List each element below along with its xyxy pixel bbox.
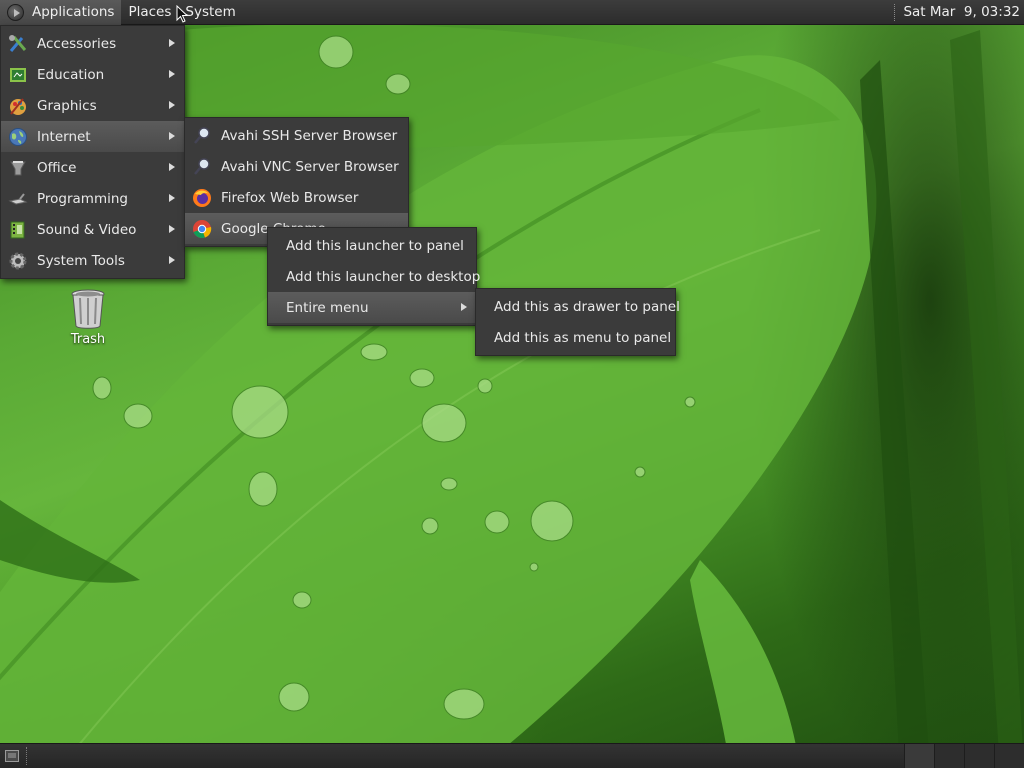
panel-handle[interactable] [26, 747, 32, 765]
submenu-arrow-icon [169, 101, 175, 109]
workspace-1[interactable] [904, 744, 934, 768]
places-menu-label: Places [128, 4, 172, 20]
menu-item-label: Add this launcher to panel [286, 237, 464, 254]
menu-item-add-as-drawer[interactable]: Add this as drawer to panel [476, 291, 680, 322]
avahi-ssh-icon [192, 126, 212, 146]
menu-item-label: Graphics [37, 97, 97, 114]
sound-video-icon [8, 220, 28, 240]
menu-item-label: Add this as drawer to panel [494, 298, 680, 315]
entire-menu-submenu: Add this as drawer to panel Add this as … [475, 288, 680, 356]
show-desktop-button[interactable] [0, 744, 24, 768]
clock-area: Sat Mar 9, 03:32 [894, 0, 1024, 25]
clock[interactable]: Sat Mar 9, 03:32 [903, 4, 1024, 20]
menu-item-education[interactable]: Education [1, 59, 184, 90]
top-panel: Applications Places System Sat Mar 9, 03… [0, 0, 1024, 25]
system-menu-button[interactable]: System [178, 0, 242, 25]
menu-item-add-launcher-to-panel[interactable]: Add this launcher to panel [268, 230, 476, 261]
applications-menu-button[interactable]: Applications [0, 0, 122, 25]
applications-menu-label: Applications [32, 4, 115, 20]
applications-menu: Accessories Education Graphics Internet … [0, 25, 185, 279]
menu-item-entire-menu[interactable]: Entire menu [268, 292, 476, 323]
submenu-arrow-icon [461, 303, 467, 311]
programming-icon [8, 189, 28, 209]
menu-item-graphics[interactable]: Graphics [1, 90, 184, 121]
submenu-arrow-icon [169, 70, 175, 78]
menu-item-internet[interactable]: Internet [1, 121, 184, 152]
office-icon [8, 158, 28, 178]
menu-item-accessories[interactable]: Accessories [1, 28, 184, 59]
trash-icon [70, 288, 106, 330]
firefox-icon [192, 188, 212, 208]
menu-item-label: Office [37, 159, 77, 176]
bottom-panel [0, 743, 1024, 768]
system-tools-icon [8, 251, 28, 271]
accessories-icon [8, 34, 28, 54]
submenu-arrow-icon [169, 256, 175, 264]
menu-item-label: Sound & Video [37, 221, 137, 238]
workspace-4[interactable] [994, 744, 1024, 768]
show-desktop-icon [5, 750, 19, 762]
menu-item-add-launcher-to-desktop[interactable]: Add this launcher to desktop [268, 261, 480, 292]
education-icon [8, 65, 28, 85]
menu-item-label: Education [37, 66, 105, 83]
menu-item-sound-video[interactable]: Sound & Video [1, 214, 184, 245]
menu-item-label: Avahi SSH Server Browser [221, 127, 398, 144]
submenu-arrow-icon [169, 194, 175, 202]
mouse-cursor-icon [176, 4, 189, 27]
system-menu-label: System [185, 4, 236, 20]
avahi-vnc-icon [192, 157, 212, 177]
trash-label: Trash [70, 332, 106, 347]
panel-separator [894, 3, 897, 21]
submenu-arrow-icon [169, 39, 175, 47]
workspace-switcher [904, 744, 1024, 768]
desktop-icon-trash[interactable]: Trash [60, 288, 116, 347]
menu-item-add-as-menu[interactable]: Add this as menu to panel [476, 322, 675, 353]
submenu-arrow-icon [169, 132, 175, 140]
places-menu-button[interactable]: Places [121, 0, 178, 25]
menu-item-office[interactable]: Office [1, 152, 184, 183]
menu-item-label: Programming [37, 190, 128, 207]
menu-item-label: Entire menu [286, 299, 369, 316]
submenu-arrow-icon [169, 163, 175, 171]
workspace-3[interactable] [964, 744, 994, 768]
menu-item-label: System Tools [37, 252, 125, 269]
launcher-context-menu: Add this launcher to panel Add this laun… [267, 227, 480, 326]
menu-item-label: Firefox Web Browser [221, 189, 359, 206]
menu-item-avahi-vnc[interactable]: Avahi VNC Server Browser [185, 151, 408, 182]
submenu-arrow-icon [169, 225, 175, 233]
menu-item-system-tools[interactable]: System Tools [1, 245, 184, 276]
menu-item-avahi-ssh[interactable]: Avahi SSH Server Browser [185, 120, 408, 151]
menu-item-label: Add this launcher to desktop [286, 268, 481, 285]
workspace-2[interactable] [934, 744, 964, 768]
chrome-icon [192, 219, 212, 239]
applications-logo-icon [7, 3, 24, 21]
menu-item-label: Avahi VNC Server Browser [221, 158, 399, 175]
menu-item-programming[interactable]: Programming [1, 183, 184, 214]
graphics-icon [8, 96, 28, 116]
menu-item-label: Accessories [37, 35, 117, 52]
menu-item-firefox[interactable]: Firefox Web Browser [185, 182, 408, 213]
menu-item-label: Add this as menu to panel [494, 329, 672, 346]
internet-icon [8, 127, 28, 147]
menu-item-label: Internet [37, 128, 91, 145]
